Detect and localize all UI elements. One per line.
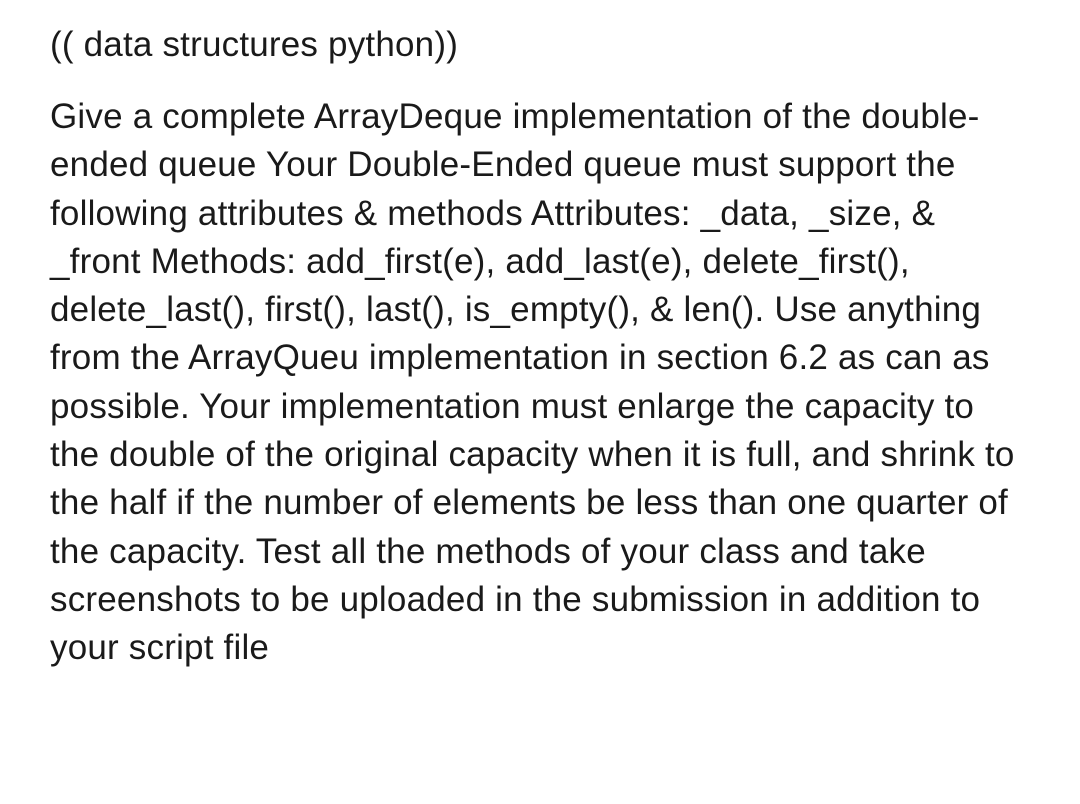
document-body-text: Give a complete ArrayDeque implementatio… — [50, 93, 1030, 673]
document-heading: (( data structures python)) — [50, 20, 1030, 69]
